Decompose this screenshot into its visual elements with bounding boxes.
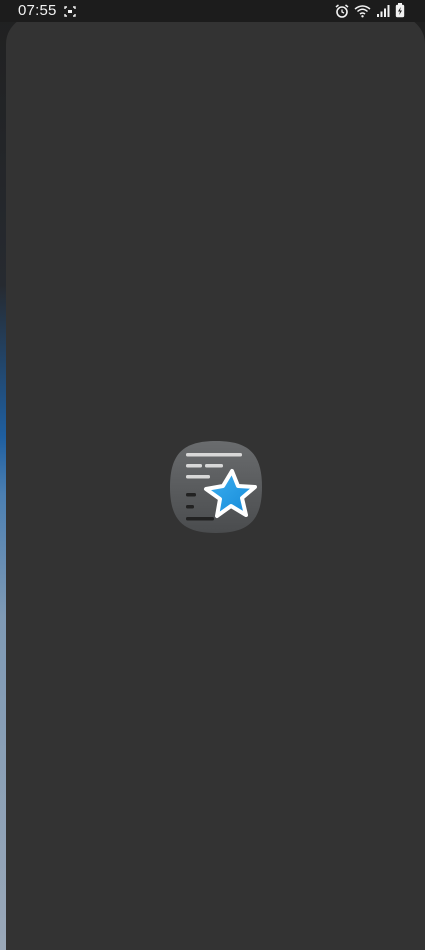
status-time: 07:55 — [18, 2, 57, 19]
status-icons — [335, 3, 405, 18]
screenshot-icon — [64, 4, 76, 17]
signal-icon — [376, 4, 390, 18]
wifi-icon — [354, 4, 371, 18]
app-splash-window — [6, 16, 425, 950]
status-bar: 07:55 — [0, 0, 425, 22]
phone-screen: 07:55 — [0, 0, 425, 950]
alarm-icon — [335, 3, 349, 18]
anki-app-icon — [168, 439, 264, 535]
battery-icon — [395, 3, 405, 18]
